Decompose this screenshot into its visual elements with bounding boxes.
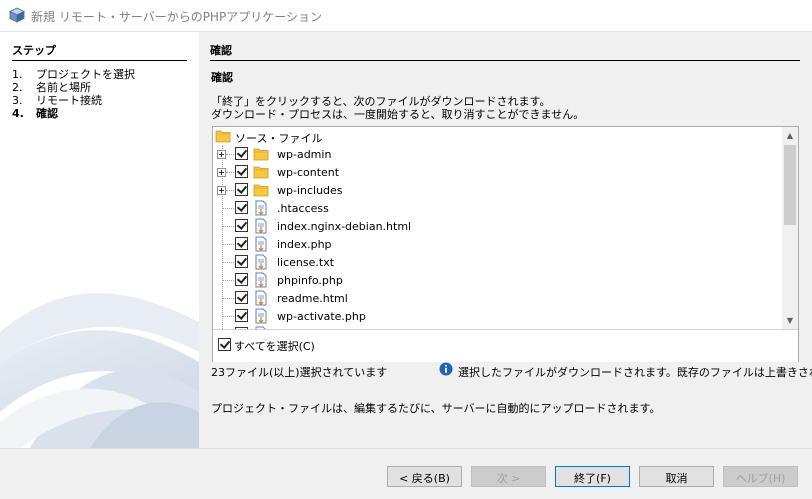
tree-item-label: license.txt	[277, 256, 335, 269]
description-line-2: ダウンロード・プロセスは、一度開始すると、取り消すことができません。	[211, 108, 585, 121]
steps-pane: ステップ 1. プロジェクトを選択 2. 名前と場所 3. リモート接続 4. 確認	[0, 32, 199, 448]
tree-item-label: index.nginx-debian.html	[277, 220, 412, 233]
content-pane: 確認 確認 「終了」をクリックすると、次のファイルがダウンロードされます。 ダウ…	[199, 32, 812, 448]
tree-item-folder[interactable]: wp-includes	[213, 181, 781, 199]
tree-item-folder[interactable]: wp-content	[213, 163, 781, 181]
tree-item-file[interactable]: license.txt	[213, 253, 781, 271]
tree-item-label: wp-admin	[277, 148, 332, 161]
expand-icon[interactable]	[217, 150, 226, 159]
tree-item-file[interactable]: phpinfo.php	[213, 271, 781, 289]
tree-item-file[interactable]: .htaccess	[213, 199, 781, 217]
file-download-icon	[255, 254, 267, 270]
scrollbar-thumb[interactable]	[784, 145, 796, 225]
expand-icon[interactable]	[217, 168, 226, 177]
tree-item-label: phpinfo.php	[277, 274, 343, 287]
file-tree-viewport: ソース・ファイル wp-admin wp-content wp-includes…	[213, 127, 781, 329]
steps-list: 1. プロジェクトを選択 2. 名前と場所 3. リモート接続 4. 確認	[12, 68, 135, 120]
panel-subheading: 確認	[211, 71, 233, 84]
tree-root[interactable]: ソース・ファイル	[213, 127, 781, 145]
checkbox[interactable]	[235, 273, 248, 286]
tree-root-label: ソース・ファイル	[235, 132, 323, 145]
checkbox[interactable]	[235, 255, 248, 268]
file-tree[interactable]: ソース・ファイル wp-admin wp-content wp-includes…	[212, 126, 799, 362]
tree-item-label: wp-activate.php	[277, 310, 366, 323]
folder-icon	[253, 166, 269, 179]
panel-heading: 確認	[210, 42, 800, 61]
upload-note: プロジェクト・ファイルは、編集するたびに、サーバーに自動的にアップロードされます…	[211, 402, 661, 415]
folder-icon	[253, 184, 269, 197]
expand-icon[interactable]	[217, 186, 226, 195]
steps-title: ステップ	[12, 42, 187, 61]
help-button[interactable]: ヘルプ(H)	[723, 466, 798, 487]
scroll-down-icon[interactable]: ▼	[782, 312, 798, 329]
checkbox[interactable]	[235, 165, 248, 178]
tree-item-label: .htaccess	[277, 202, 329, 215]
folder-icon	[253, 148, 269, 161]
checkbox[interactable]	[235, 201, 248, 214]
select-all-row: すべてを選択(C)	[213, 329, 798, 362]
select-all-checkbox[interactable]	[218, 338, 231, 351]
folder-icon	[215, 130, 231, 143]
button-bar: < 戻る(B) 次 > 終了(F) 取消 ヘルプ(H)	[0, 448, 812, 499]
checkbox[interactable]	[235, 237, 248, 250]
vertical-scrollbar[interactable]: ▲ ▼	[782, 127, 798, 329]
checkbox[interactable]	[235, 291, 248, 304]
back-button[interactable]: < 戻る(B)	[387, 466, 462, 487]
scroll-up-icon[interactable]: ▲	[782, 127, 798, 144]
tree-item-file[interactable]: wp-activate.php	[213, 307, 781, 325]
checkbox[interactable]	[235, 309, 248, 322]
select-all-label[interactable]: すべてを選択(C)	[234, 338, 315, 354]
selected-count: 23ファイル(以上)選択されています	[211, 366, 388, 379]
file-download-icon	[255, 200, 267, 216]
file-download-icon	[255, 308, 267, 324]
tree-item-file[interactable]: index.nginx-debian.html	[213, 217, 781, 235]
info-icon	[439, 362, 453, 376]
info-message: 選択したファイルがダウンロードされます。既存のファイルは上書きされます。	[458, 366, 812, 379]
checkbox[interactable]	[235, 147, 248, 160]
finish-button[interactable]: 終了(F)	[555, 466, 630, 487]
step-item: 3. リモート接続	[12, 94, 102, 107]
tree-item-file[interactable]: index.php	[213, 235, 781, 253]
tree-item-folder[interactable]: wp-admin	[213, 145, 781, 163]
file-download-icon	[255, 236, 267, 252]
cancel-button[interactable]: 取消	[639, 466, 714, 487]
window-title: 新規 リモート・サーバーからのPHPアプリケーション	[31, 10, 322, 24]
tree-item-file[interactable]: readme.html	[213, 289, 781, 307]
checkbox[interactable]	[235, 219, 248, 232]
next-button[interactable]: 次 >	[471, 466, 546, 487]
netbeans-cube-icon	[9, 7, 25, 23]
tree-item-label: wp-includes	[277, 184, 343, 197]
tree-item-label: wp-content	[277, 166, 340, 179]
file-download-icon	[255, 290, 267, 306]
step-item: 1. プロジェクトを選択	[12, 68, 135, 81]
tree-item-label: readme.html	[277, 292, 348, 305]
file-download-icon	[255, 218, 267, 234]
title-bar[interactable]: 新規 リモート・サーバーからのPHPアプリケーション	[0, 0, 812, 32]
file-download-icon	[255, 272, 267, 288]
step-item: 2. 名前と場所	[12, 81, 91, 94]
checkbox[interactable]	[235, 183, 248, 196]
tree-item-label: index.php	[277, 238, 332, 251]
step-item-current: 4. 確認	[12, 107, 58, 120]
